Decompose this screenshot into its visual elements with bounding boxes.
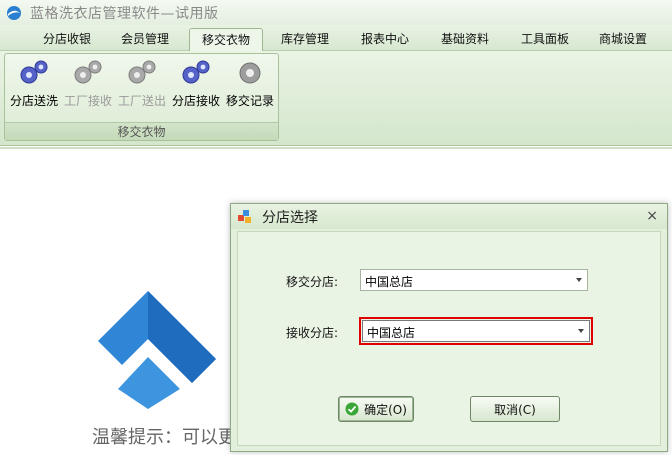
- brand-logo-icon: [98, 291, 216, 409]
- window-icon: [238, 210, 251, 223]
- receive-branch-label: 接收分店:: [286, 326, 339, 340]
- factory-receive-button[interactable]: 工厂接收: [61, 58, 115, 116]
- dialog-body: 移交分店: 中国总店 接收分店: 中国总店 确定(O) 取消(C): [237, 231, 661, 446]
- app-logo-icon: [7, 5, 21, 20]
- chevron-down-icon: [576, 278, 582, 282]
- title-bar: 蓝格洗衣店管理软件—试用版: [0, 0, 672, 25]
- cancel-button-label: 取消(C): [494, 402, 536, 417]
- ribbon-panel: 分店送洗 工厂接收 工厂送出 分店接收 移交记录 移交衣物: [0, 51, 672, 146]
- factory-send-out-label: 工厂送出: [117, 94, 166, 108]
- gears-icon: [20, 60, 48, 84]
- ok-button[interactable]: 确定(O): [338, 396, 414, 422]
- main-menu-tabs: 分店收银 会员管理 移交衣物 库存管理 报表中心 基础资料 工具面板 商城设置: [0, 25, 672, 51]
- transfer-branch-value: 中国总店: [365, 275, 414, 289]
- check-icon: [345, 402, 359, 416]
- dialog-title: 分店选择: [262, 210, 318, 226]
- ribbon-group-caption: 移交衣物: [5, 122, 278, 140]
- tip-text: 温馨提示：可以更: [92, 427, 236, 448]
- branch-receive-button[interactable]: 分店接收: [169, 58, 223, 116]
- factory-send-out-button[interactable]: 工厂送出: [115, 58, 169, 116]
- close-icon[interactable]: ×: [646, 208, 658, 224]
- factory-receive-label: 工厂接收: [63, 94, 112, 108]
- tab-basic-data[interactable]: 基础资料: [428, 28, 502, 51]
- branch-select-dialog: 分店选择 × 移交分店: 中国总店 接收分店: 中国总店 确定(O) 取消(C): [230, 203, 668, 452]
- tab-inventory[interactable]: 库存管理: [268, 28, 342, 51]
- tab-reports[interactable]: 报表中心: [348, 28, 422, 51]
- ok-button-label: 确定(O): [364, 402, 407, 417]
- tab-transfer-clothes[interactable]: 移交衣物: [189, 28, 263, 51]
- gears-icon: [74, 60, 102, 84]
- branch-receive-label: 分店接收: [171, 94, 220, 108]
- receive-branch-value: 中国总店: [367, 326, 416, 340]
- gears-icon: [182, 60, 210, 84]
- chevron-down-icon: [578, 329, 584, 333]
- gears-icon: [128, 60, 156, 84]
- transfer-branch-label: 移交分店:: [286, 275, 339, 289]
- dialog-title-bar[interactable]: 分店选择 ×: [231, 204, 667, 229]
- tab-tools[interactable]: 工具面板: [508, 28, 582, 51]
- tab-branch-checkout[interactable]: 分店收银: [30, 28, 104, 51]
- branch-send-wash-label: 分店送洗: [9, 94, 58, 108]
- cancel-button[interactable]: 取消(C): [470, 396, 560, 422]
- transfer-records-label: 移交记录: [225, 94, 274, 108]
- transfer-branch-select[interactable]: 中国总店: [360, 269, 588, 291]
- receive-branch-select[interactable]: 中国总店: [359, 317, 593, 345]
- transfer-records-button[interactable]: 移交记录: [223, 58, 277, 116]
- branch-send-wash-button[interactable]: 分店送洗: [7, 58, 61, 116]
- tab-mall-settings[interactable]: 商城设置: [586, 28, 660, 51]
- ribbon-group-transfer: 分店送洗 工厂接收 工厂送出 分店接收 移交记录 移交衣物: [4, 53, 279, 141]
- app-title: 蓝格洗衣店管理软件—试用版: [30, 5, 219, 22]
- gear-icon: [239, 62, 261, 84]
- tab-member-management[interactable]: 会员管理: [108, 28, 182, 51]
